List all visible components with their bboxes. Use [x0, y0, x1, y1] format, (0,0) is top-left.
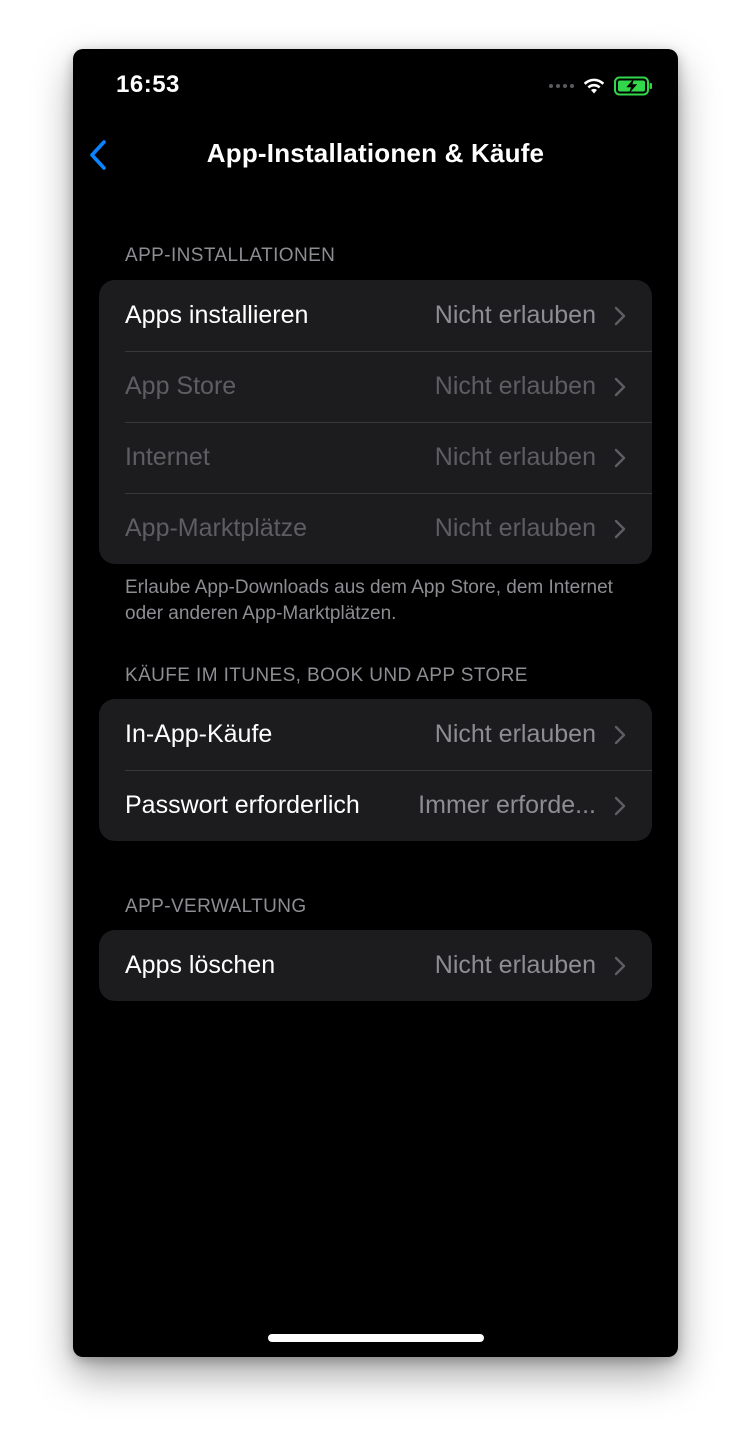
phone-screen: 16:53 App-Installationen & Käufe APP-INS…: [73, 49, 678, 1357]
chevron-right-icon: [614, 796, 626, 816]
group-purchases: In-App-Käufe Nicht erlauben Passwort erf…: [99, 699, 652, 841]
row-apps-installieren[interactable]: Apps installieren Nicht erlauben: [99, 280, 652, 351]
group-installs: Apps installieren Nicht erlauben App Sto…: [99, 280, 652, 564]
row-label: Passwort erforderlich: [125, 791, 360, 819]
chevron-right-icon: [614, 725, 626, 745]
row-value: Nicht erlauben: [434, 720, 596, 748]
row-label: Apps installieren: [125, 301, 309, 329]
group-management: Apps löschen Nicht erlauben: [99, 930, 652, 1001]
row-label: Apps löschen: [125, 951, 276, 979]
row-value: Nicht erlauben: [434, 372, 596, 400]
wifi-icon: [583, 78, 605, 94]
row-passwort-erforderlich[interactable]: Passwort erforderlich Immer erforde...: [99, 770, 652, 841]
chevron-right-icon: [614, 956, 626, 976]
section-header-management: APP-VERWALTUNG: [125, 896, 307, 917]
chevron-right-icon: [614, 448, 626, 468]
section-header-purchases: KÄUFE IM ITUNES, BOOK UND APP STORE: [125, 665, 528, 686]
section-header-installs: APP-INSTALLATIONEN: [125, 245, 336, 266]
row-app-store[interactable]: App Store Nicht erlauben: [99, 351, 652, 422]
status-indicators: [549, 75, 654, 97]
row-label: In-App-Käufe: [125, 720, 273, 748]
page-title: App-Installationen & Käufe: [206, 138, 545, 168]
status-time: 16:53: [116, 71, 180, 98]
row-internet[interactable]: Internet Nicht erlauben: [99, 422, 652, 493]
cellular-signal-icon: [549, 84, 574, 88]
row-label: Internet: [125, 443, 210, 471]
row-value: Nicht erlauben: [434, 443, 596, 471]
battery-charging-icon: [614, 76, 652, 96]
row-label: App Store: [125, 372, 237, 400]
row-apps-loeschen[interactable]: Apps löschen Nicht erlauben: [99, 930, 652, 1001]
home-indicator[interactable]: [268, 1334, 484, 1342]
row-value: Nicht erlauben: [434, 951, 596, 979]
chevron-right-icon: [614, 306, 626, 326]
row-app-marktplaetze[interactable]: App-Marktplätze Nicht erlauben: [99, 493, 652, 564]
row-label: App-Marktplätze: [125, 514, 308, 542]
chevron-right-icon: [614, 377, 626, 397]
row-value: Immer erforde...: [418, 791, 596, 819]
row-value: Nicht erlauben: [434, 301, 596, 329]
section-footer-installs: Erlaube App-Downloads aus dem App Store,…: [125, 577, 613, 624]
row-value: Nicht erlauben: [434, 514, 596, 542]
chevron-right-icon: [614, 519, 626, 539]
row-in-app-kaeufe[interactable]: In-App-Käufe Nicht erlauben: [99, 699, 652, 770]
